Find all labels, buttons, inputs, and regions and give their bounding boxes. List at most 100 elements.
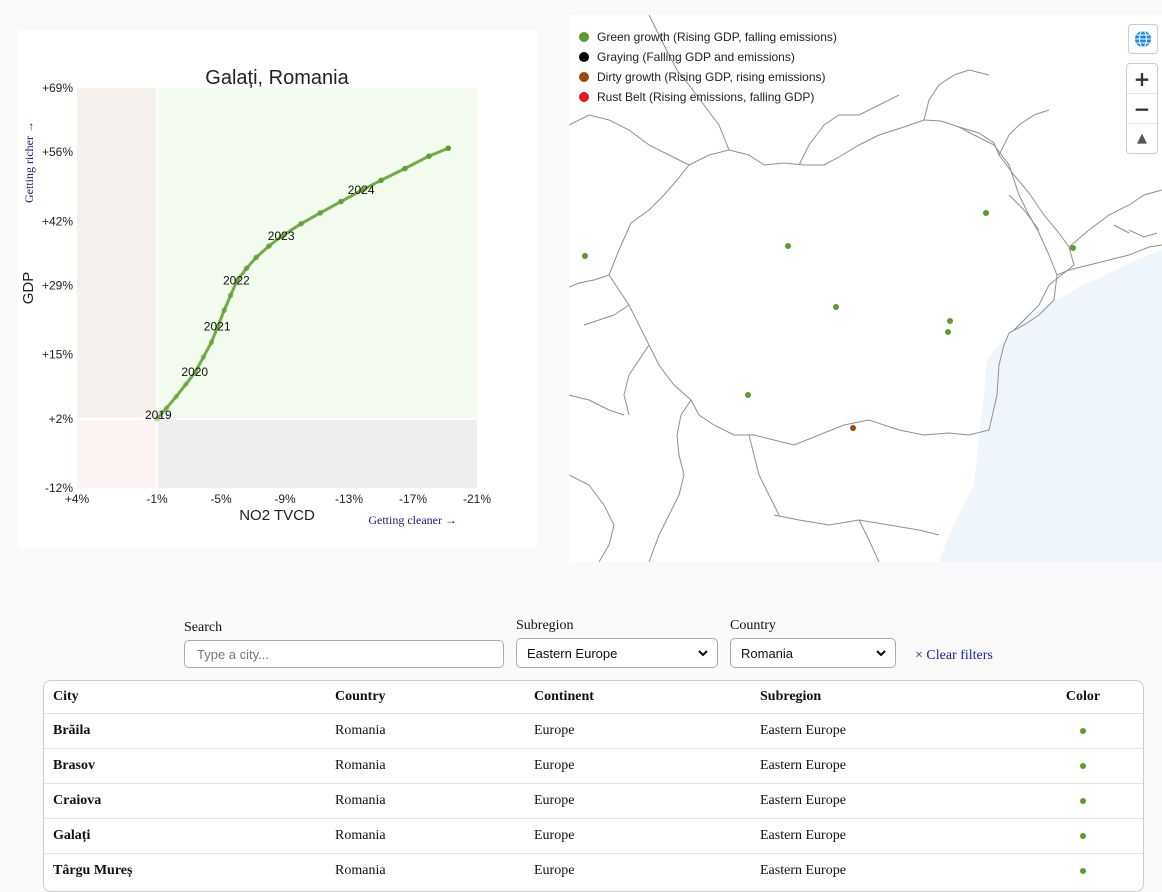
table-row[interactable]: Târgu Mureș Romania Europe Eastern Europ… [44,853,1143,888]
data-point [426,153,432,159]
y-tick-label: +15% [42,348,73,362]
x-tick-label: -21% [463,492,491,506]
cell-color [1014,783,1143,819]
cell-city: Galați [44,818,326,854]
scatter-chart: Galați, Romania+4% -1% -5% -9% -13% -17% -21%+… [20,67,491,527]
city-marker[interactable] [833,304,839,310]
y-axis-label: GDP [20,272,37,305]
data-point [445,145,452,152]
compass-button[interactable]: ▲ [1127,124,1157,153]
year-label: 2021 [204,320,231,334]
city-marker[interactable] [850,425,856,431]
zoom-in-button[interactable]: + [1127,64,1157,94]
city-marker[interactable] [1070,245,1076,251]
cell-color [1014,853,1143,888]
year-label: 2023 [268,229,295,243]
color-dot [1080,763,1086,769]
color-dot [1080,868,1086,874]
cell-country: Romania [326,783,525,819]
x-tick-label: -5% [210,492,232,506]
chart-panel: Galați, Romania +4% -1% -5% -9% -13% -17% -21% +… [18,30,537,548]
data-point [253,254,259,261]
column-header-city[interactable]: City [44,681,326,714]
color-dot [1080,833,1086,839]
x-tick-label: -9% [274,492,296,506]
cell-country: Romania [326,713,525,749]
globe-icon [1135,30,1151,48]
data-point [163,405,170,411]
y-tick-label: +56% [42,145,73,159]
table-row[interactable]: Galați Romania Europe Eastern Europe [44,818,1143,854]
column-header-subregion[interactable]: Subregion [751,681,1014,714]
cell-continent: Europe [525,783,751,819]
x-tick-label: -1% [146,492,168,506]
data-point [338,198,344,205]
cell-continent: Europe [525,818,751,854]
cell-country: Romania [326,748,525,784]
legend-item-rust-belt: Rust Belt (Rising emissions, falling GDP… [579,87,837,107]
clear-filters-link[interactable]: × Clear filters [915,648,993,664]
y-axis-hint: Getting richer → [22,121,36,203]
quadrant-rust-belt [77,418,157,488]
cell-country: Romania [326,853,525,888]
legend-item-dirty-growth: Dirty growth (Rising GDP, rising emissio… [579,67,837,87]
compass-icon: ▲ [1137,131,1147,146]
country-value: Romania [741,645,794,661]
year-label: 2024 [348,183,375,197]
year-label: 2022 [223,274,250,288]
data-point [243,265,250,272]
data-point [227,292,234,299]
data-point [200,354,207,360]
y-tick-label: +69% [42,81,73,95]
country-select[interactable]: Romania [730,638,896,668]
x-tick-label: -17% [399,492,427,506]
table-row[interactable]: Brăila Romania Europe Eastern Europe [44,713,1143,749]
quadrant-graying [157,418,477,488]
city-marker[interactable] [745,392,751,398]
city-marker[interactable] [983,210,989,216]
city-marker[interactable] [945,329,951,335]
city-marker[interactable] [785,243,791,249]
city-marker[interactable] [947,318,953,324]
data-point [208,339,215,346]
data-point [298,221,304,227]
data-point [183,381,189,388]
search-field[interactable] [184,640,504,668]
globe-button[interactable] [1128,24,1158,54]
cell-continent: Europe [525,853,751,888]
legend-label: Dirty growth (Rising GDP, rising emissio… [597,70,826,84]
table-row[interactable]: Craiova Romania Europe Eastern Europe [44,783,1143,819]
table-row[interactable]: Brasov Romania Europe Eastern Europe [44,748,1143,784]
cell-continent: Europe [525,748,751,784]
map-panel[interactable]: Green growth (Rising GDP, falling emissi… [569,15,1162,562]
data-point [173,393,179,400]
x-axis-hint: Getting cleaner → [368,513,457,527]
chevron-down-icon [876,650,886,657]
zoom-out-button[interactable]: − [1127,94,1157,124]
cell-color [1014,818,1143,854]
legend-swatch [579,52,589,62]
color-dot [1080,798,1086,804]
legend-label: Rust Belt (Rising emissions, falling GDP… [597,90,815,104]
cell-color [1014,713,1143,749]
chevron-down-icon [698,650,708,657]
cell-subregion: Eastern Europe [751,713,1014,749]
cell-city: Brăila [44,713,326,749]
legend-swatch [579,72,589,82]
cell-subregion: Eastern Europe [751,853,1014,888]
cities-table: City Country Continent Subregion Color B… [43,680,1144,892]
color-dot [1080,728,1086,734]
legend-swatch [579,32,589,42]
column-header-continent[interactable]: Continent [525,681,751,714]
subregion-select[interactable]: Eastern Europe [516,638,718,668]
city-marker[interactable] [582,253,588,259]
cell-subregion: Eastern Europe [751,783,1014,819]
column-header-color[interactable]: Color [1014,681,1143,714]
column-header-country[interactable]: Country [326,681,525,714]
data-point [378,177,384,184]
search-input[interactable] [195,645,493,663]
data-point [221,307,227,314]
cell-subregion: Eastern Europe [751,818,1014,854]
country-label: Country [730,618,776,633]
cell-country: Romania [326,818,525,854]
